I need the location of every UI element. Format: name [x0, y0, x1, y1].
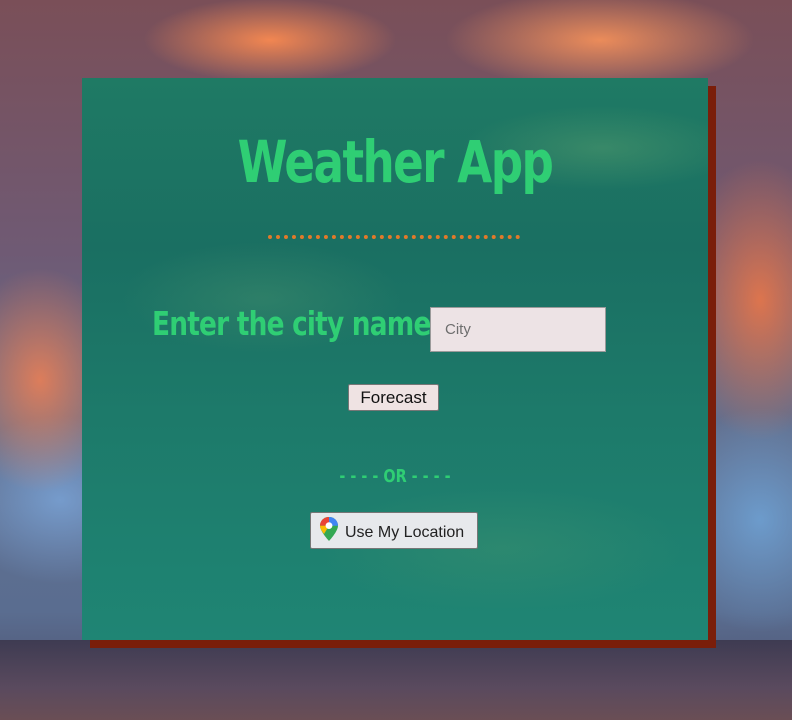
title-divider	[268, 235, 520, 239]
background-lower-strip	[0, 640, 792, 720]
use-my-location-button[interactable]: Use My Location	[310, 512, 478, 549]
use-my-location-label: Use My Location	[345, 523, 465, 541]
app-title: Weather App	[237, 128, 554, 196]
or-separator: - - - - OR - - - -	[339, 466, 451, 487]
forecast-button[interactable]: Forecast	[348, 384, 439, 411]
weather-card: Weather App Enter the city name Forecast…	[82, 78, 708, 640]
map-pin-icon	[319, 516, 339, 542]
city-label: Enter the city name	[152, 304, 431, 343]
city-input[interactable]	[430, 307, 606, 352]
